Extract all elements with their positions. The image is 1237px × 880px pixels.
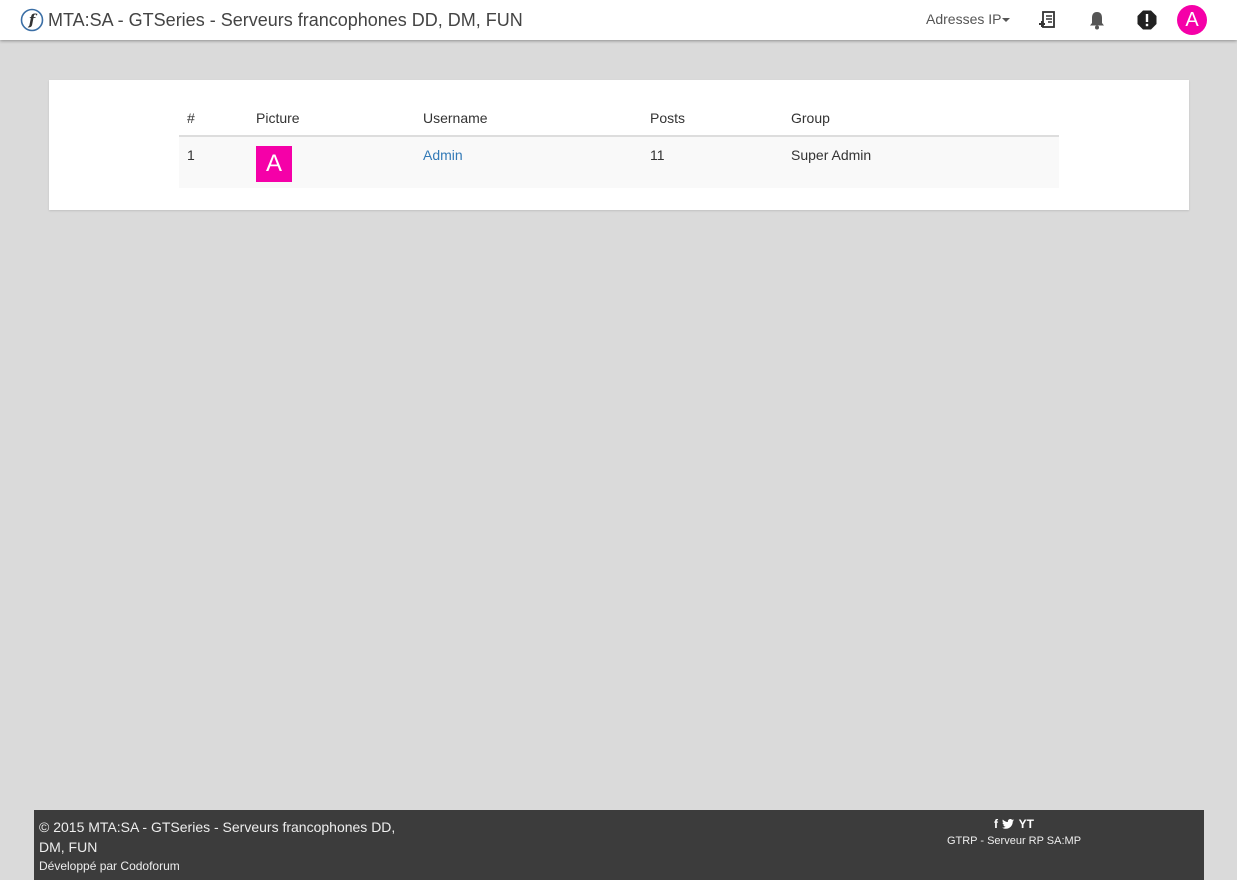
cell-group: Super Admin: [783, 136, 1059, 188]
codoforum-logo-icon: f: [20, 8, 44, 32]
developed-by-prefix: Développé par: [39, 859, 118, 873]
table-row: 1 A Admin 11 Super Admin: [179, 136, 1059, 188]
facebook-icon[interactable]: f: [994, 817, 998, 831]
ip-addresses-label: Adresses IP: [926, 11, 1002, 27]
site-footer: © 2015 MTA:SA - GTSeries - Serveurs fran…: [34, 810, 1204, 880]
footer-server-link[interactable]: GTRP - Serveur RP SA:MP: [914, 835, 1114, 847]
table-header-row: # Picture Username Posts Group: [179, 104, 1059, 137]
user-picture[interactable]: A: [256, 146, 292, 182]
cell-picture: A: [248, 136, 415, 188]
user-avatar[interactable]: A: [1177, 5, 1207, 35]
alert-icon[interactable]: [1136, 9, 1158, 31]
youtube-link[interactable]: YT: [1019, 817, 1034, 831]
username-link[interactable]: Admin: [423, 147, 463, 163]
cell-num: 1: [179, 136, 248, 188]
cell-posts: 11: [642, 136, 783, 188]
codoforum-link[interactable]: Codoforum: [120, 859, 179, 873]
members-panel: # Picture Username Posts Group 1 A Admin…: [49, 80, 1189, 210]
cell-username: Admin: [415, 136, 642, 188]
twitter-icon[interactable]: [1002, 819, 1015, 829]
social-links: f YT: [914, 817, 1114, 831]
footer-left: © 2015 MTA:SA - GTSeries - Serveurs fran…: [39, 817, 419, 873]
footer-developed-by: Développé par Codoforum: [39, 859, 419, 873]
members-table: # Picture Username Posts Group 1 A Admin…: [179, 104, 1059, 188]
column-header-posts[interactable]: Posts: [642, 104, 783, 137]
footer-right: f YT GTRP - Serveur RP SA:MP: [914, 817, 1114, 847]
column-header-picture[interactable]: Picture: [248, 104, 415, 137]
caret-down-icon: [1002, 18, 1011, 23]
bell-icon[interactable]: [1086, 9, 1108, 31]
site-brand[interactable]: f MTA:SA - GTSeries - Serveurs francopho…: [20, 8, 523, 32]
column-header-num[interactable]: #: [179, 104, 248, 137]
site-title: MTA:SA - GTSeries - Serveurs francophone…: [48, 9, 523, 30]
top-navbar: f MTA:SA - GTSeries - Serveurs francopho…: [0, 0, 1237, 40]
column-header-username[interactable]: Username: [415, 104, 642, 137]
column-header-group[interactable]: Group: [783, 104, 1059, 137]
footer-copyright: © 2015 MTA:SA - GTSeries - Serveurs fran…: [39, 819, 396, 855]
new-post-icon[interactable]: [1037, 9, 1059, 31]
ip-addresses-dropdown[interactable]: Adresses IP: [926, 11, 1011, 27]
